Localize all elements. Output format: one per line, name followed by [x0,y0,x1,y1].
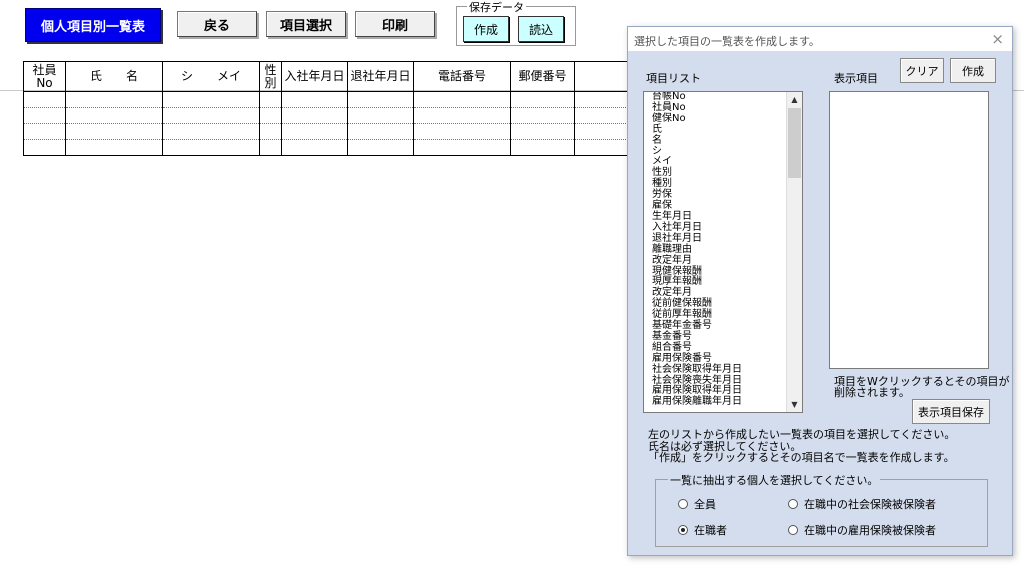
display-items-label: 表示項目 [834,72,878,85]
display-items-listbox[interactable] [829,91,989,369]
dialog-create-button[interactable]: 作成 [950,58,996,83]
save-data-legend: 保存データ [467,0,526,15]
radio-group-label: 一覧に抽出する個人を選択してください。 [668,472,881,488]
header-extra [574,61,629,92]
item-list-label: 項目リスト [646,72,701,85]
print-button[interactable]: 印刷 [355,11,435,37]
radio-employment-insurance-dot[interactable] [788,525,798,535]
table-header-row: 社員 No 氏 名 シ メイ 性別 入社年月日 退社年月日 電話番号 郵便番号 [23,61,629,92]
table-row[interactable] [23,91,629,108]
employee-table: 社員 No 氏 名 シ メイ 性別 入社年月日 退社年月日 電話番号 郵便番号 [23,61,629,156]
list-item[interactable]: 離職理由 [652,244,742,256]
extract-radio-group: 一覧に抽出する個人を選択してください。 全員 在職者 在職中の社会保険被保険者 … [655,472,988,547]
list-item[interactable]: 名 [652,135,742,147]
header-kana: シ メイ [162,61,260,92]
header-leave-date: 退社年月日 [347,61,414,92]
header-hire-date: 入社年月日 [281,61,348,92]
select-items-button[interactable]: 項目選択 [266,11,346,37]
instructions: 左のリストから作成したい一覧表の項目を選択してください。 氏名は必ず選択してくだ… [648,429,955,464]
header-gender: 性別 [259,61,282,92]
clear-button[interactable]: クリア [900,58,944,83]
radio-all[interactable]: 全員 [678,496,716,512]
back-button[interactable]: 戻る [177,11,257,37]
header-postal: 郵便番号 [510,61,575,92]
instruction-line: 左のリストから作成したい一覧表の項目を選択してください。 [648,428,956,441]
item-listbox[interactable]: 台帳No 社員No 健保No 氏名シメイ 性別 種別 労保 雇保 生年月日 入社年月日 退社年月日離… [643,91,803,413]
radio-all-dot[interactable] [678,499,688,509]
title-button[interactable]: 個人項目別一覧表 [25,8,161,42]
list-item[interactable]: 雇用保険離職年月日 [652,396,742,408]
save-create-button[interactable]: 作成 [463,16,509,42]
list-item[interactable]: 健保No [652,113,742,125]
radio-employed[interactable]: 在職者 [678,522,727,538]
header-name: 氏 名 [65,61,163,92]
header-employee-no: 社員 No [23,61,66,92]
save-load-button[interactable]: 読込 [518,16,564,42]
dialog-titlebar[interactable]: 選択した項目の一覧表を作成します。 × [628,27,1012,51]
display-note-line2: 削除されます。 [834,386,910,399]
radio-employed-dot[interactable] [678,525,688,535]
table-row[interactable] [23,123,629,140]
header-phone: 電話番号 [413,61,511,92]
close-icon[interactable]: × [991,30,1004,48]
list-item[interactable]: 社会保険取得年月日 [652,364,742,376]
radio-employment-insurance[interactable]: 在職中の雇用保険被保険者 [788,522,936,538]
scroll-down-icon[interactable]: ▼ [787,397,802,412]
save-display-items-button[interactable]: 表示項目保存 [912,399,990,424]
item-list: 台帳No 社員No 健保No 氏名シメイ 性別 種別 労保 雇保 生年月日 入社年月日 退社年月日離… [652,92,742,408]
scroll-thumb[interactable] [788,108,801,178]
dialog-title: 選択した項目の一覧表を作成します。 [634,35,820,48]
radio-social-insurance-dot[interactable] [788,499,798,509]
list-item[interactable]: 氏 [652,124,742,136]
list-item[interactable]: 改定年月 [652,255,742,267]
save-data-group: 保存データ 作成 読込 [456,0,576,46]
instruction-line: 「作成」をクリックするとその項目名で一覧表を作成します。 [648,451,955,464]
scroll-up-icon[interactable]: ▲ [787,92,802,107]
table-row[interactable] [23,139,629,156]
listbox-scrollbar[interactable]: ▲ ▼ [786,92,802,412]
radio-social-insurance[interactable]: 在職中の社会保険被保険者 [788,496,936,512]
create-list-dialog: 選択した項目の一覧表を作成します。 × 項目リスト 表示項目 クリア 作成 台帳… [627,26,1013,556]
table-row[interactable] [23,107,629,124]
